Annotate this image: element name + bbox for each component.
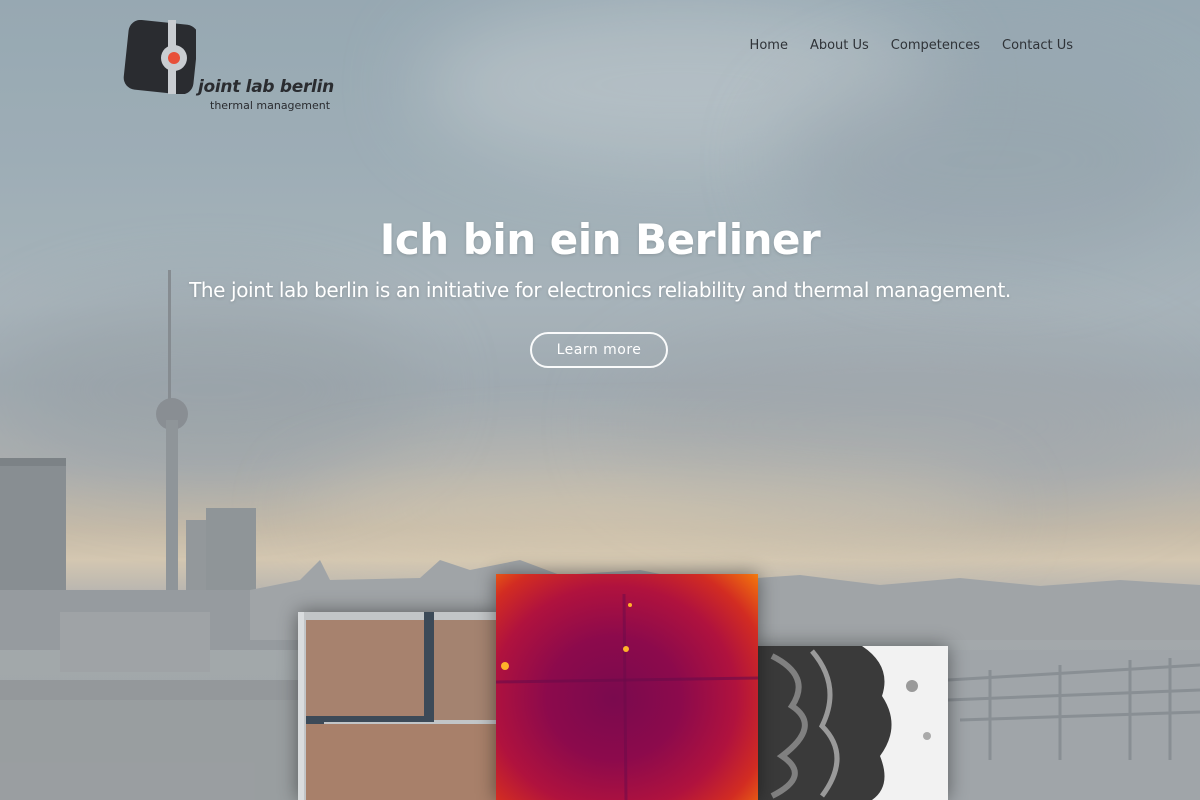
logo-name: joint lab berlin — [198, 77, 334, 97]
logo-mark-icon — [123, 20, 196, 94]
site-logo[interactable]: joint lab berlin thermal management — [120, 18, 335, 112]
microscope-image — [752, 646, 948, 800]
thermal-image — [496, 574, 758, 800]
learn-more-button[interactable]: Learn more — [530, 332, 668, 368]
nav-about-us[interactable]: About Us — [810, 38, 869, 53]
logo-tagline: thermal management — [210, 99, 331, 112]
nav-home[interactable]: Home — [750, 38, 788, 53]
copper-substrate-image — [298, 612, 504, 800]
hero-title: Ich bin ein Berliner — [379, 215, 821, 264]
main-nav: Home About Us Competences Contact Us — [750, 38, 1073, 53]
hero-subtitle: The joint lab berlin is an initiative fo… — [189, 278, 1011, 302]
nav-contact-us[interactable]: Contact Us — [1002, 38, 1073, 53]
nav-competences[interactable]: Competences — [891, 38, 980, 53]
